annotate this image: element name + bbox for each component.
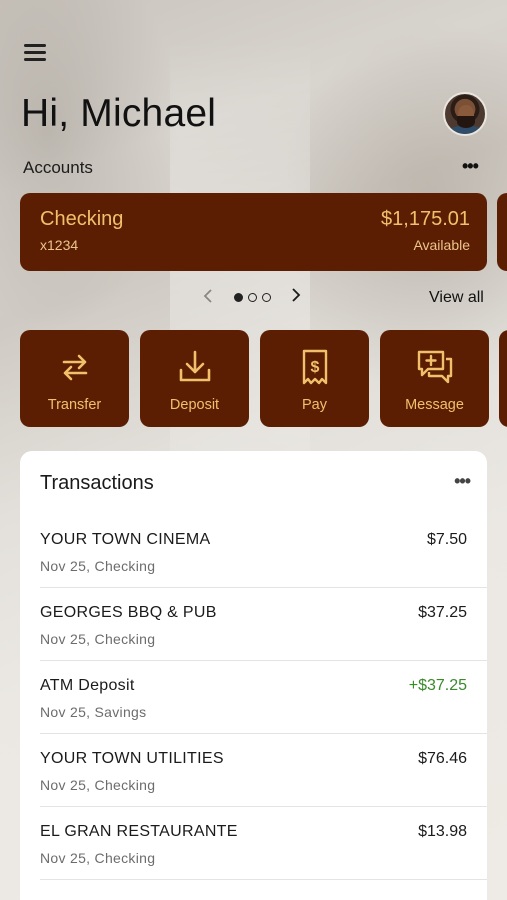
message-plus-icon: [417, 350, 452, 384]
chevron-right-icon[interactable]: [291, 287, 301, 308]
transactions-card: Transactions ••• YOUR TOWN CINEMA Nov 25…: [20, 451, 487, 900]
transfer-button[interactable]: Transfer: [20, 330, 129, 427]
transaction-row[interactable]: YOUR TOWN CINEMA Nov 25, Checking $7.50: [20, 515, 487, 588]
balance-label: Available: [413, 237, 470, 253]
transaction-name: EL GRAN RESTAURANTE: [40, 823, 238, 840]
transaction-amount: $76.46: [418, 750, 467, 767]
message-label: Message: [405, 397, 464, 413]
transaction-meta: Nov 25, Checking: [40, 558, 156, 574]
next-account-card-peek[interactable]: [497, 193, 507, 271]
transaction-meta: Nov 25, Savings: [40, 704, 147, 720]
hamburger-menu-icon[interactable]: [24, 44, 46, 64]
transaction-meta: Nov 25, Checking: [40, 850, 156, 866]
deposit-download-icon: [179, 350, 210, 382]
view-all-link[interactable]: View all: [429, 289, 484, 307]
transaction-amount: $37.25: [418, 604, 467, 621]
transaction-meta: Nov 25, Checking: [40, 777, 156, 793]
transaction-row[interactable]: ATM Deposit Nov 25, Savings +$37.25: [20, 661, 487, 734]
greeting-title: Hi, Michael: [21, 92, 217, 135]
pay-label: Pay: [302, 397, 327, 413]
user-avatar[interactable]: [443, 92, 487, 136]
transaction-amount: $7.50: [426, 531, 467, 548]
transaction-amount: +$37.25: [408, 677, 467, 694]
row-divider: [40, 879, 487, 880]
checking-account-card[interactable]: Checking x1234 $1,175.01 Available: [20, 193, 487, 271]
chevron-left-icon[interactable]: [203, 288, 213, 309]
account-number: x1234: [40, 237, 79, 253]
account-name: Checking: [40, 208, 124, 230]
transaction-row[interactable]: EL GRAN RESTAURANTE Nov 25, Checking $13…: [20, 807, 487, 880]
accounts-label: Accounts: [23, 158, 93, 177]
transaction-name: GEORGES BBQ & PUB: [40, 604, 217, 621]
message-button[interactable]: Message: [380, 330, 489, 427]
pager-dot[interactable]: [248, 293, 257, 302]
pay-bill-icon: $: [302, 349, 327, 385]
pager-dot[interactable]: [234, 293, 243, 302]
accounts-more-icon[interactable]: •••: [462, 156, 479, 177]
transaction-row[interactable]: YOUR TOWN UTILITIES Nov 25, Checking $76…: [20, 734, 487, 807]
svg-text:$: $: [310, 359, 319, 376]
pager-dot[interactable]: [262, 293, 271, 302]
account-pager-dots: [234, 293, 271, 302]
deposit-button[interactable]: Deposit: [140, 330, 249, 427]
transfer-label: Transfer: [47, 397, 102, 413]
account-balance: $1,175.01: [381, 208, 470, 230]
transaction-name: YOUR TOWN CINEMA: [40, 531, 211, 548]
transfer-arrows-icon: [62, 354, 87, 381]
transactions-title: Transactions: [40, 472, 154, 494]
deposit-label: Deposit: [169, 397, 220, 413]
transactions-more-icon[interactable]: •••: [454, 471, 471, 492]
pay-button[interactable]: $ Pay: [260, 330, 369, 427]
transaction-meta: Nov 25, Checking: [40, 631, 156, 647]
next-action-peek[interactable]: [499, 330, 507, 427]
transaction-row[interactable]: GEORGES BBQ & PUB Nov 25, Checking $37.2…: [20, 588, 487, 661]
transaction-name: ATM Deposit: [40, 677, 135, 694]
transaction-amount: $13.98: [418, 823, 467, 840]
transaction-name: YOUR TOWN UTILITIES: [40, 750, 224, 767]
